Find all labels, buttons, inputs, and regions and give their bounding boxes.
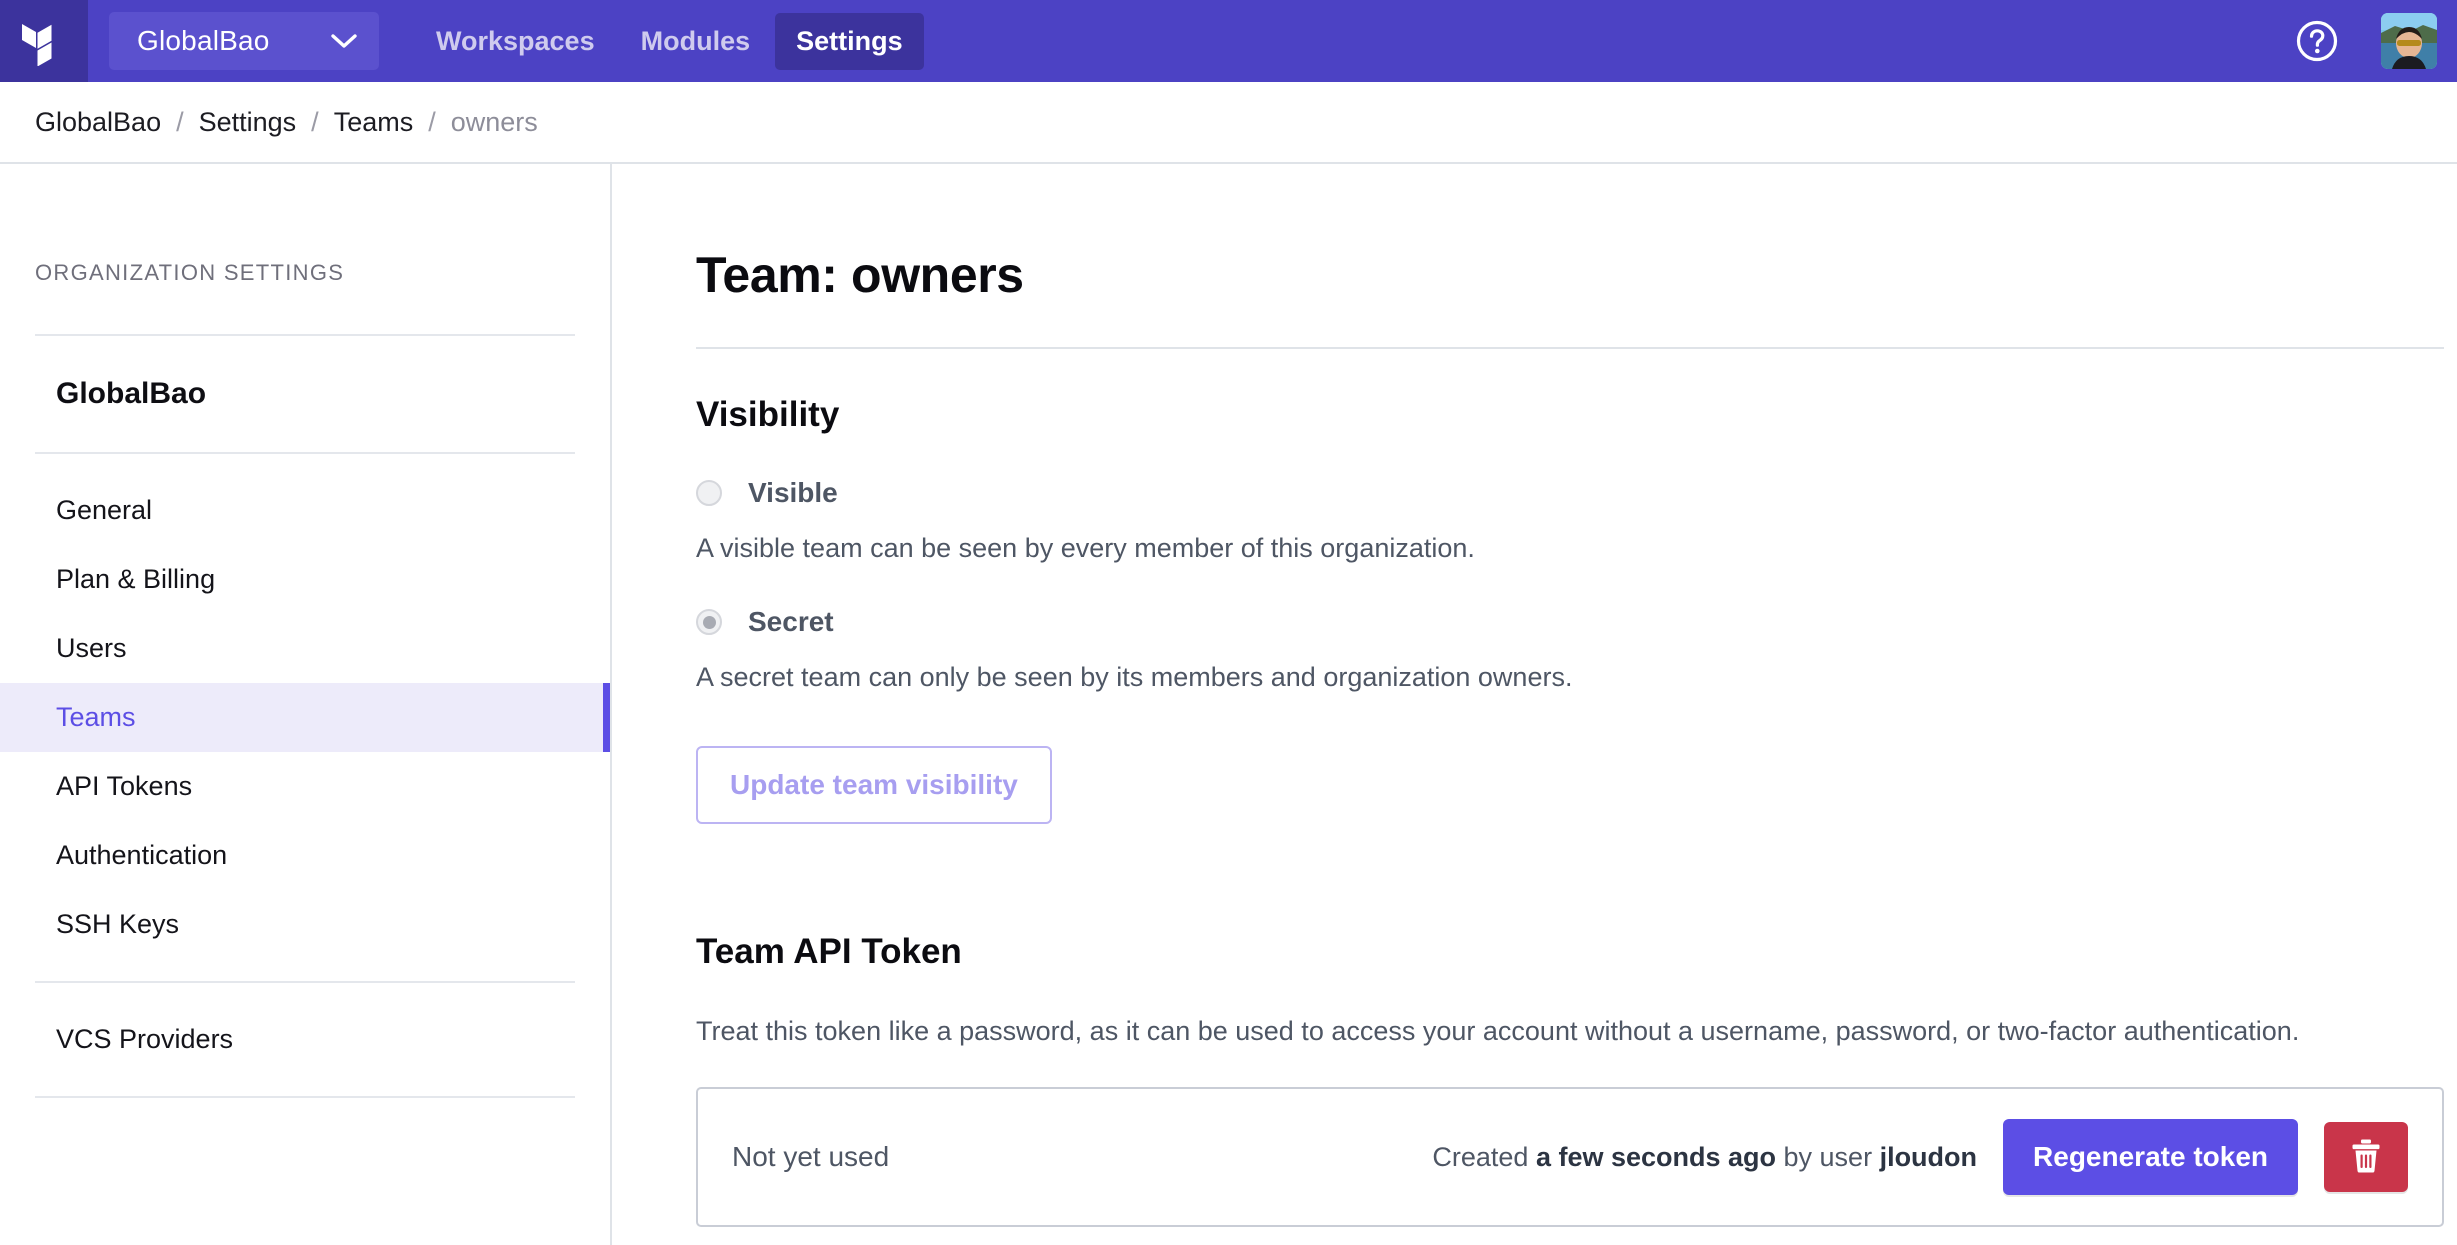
- sidebar-item-label: Teams: [56, 702, 136, 732]
- created-by-username: jloudon: [1879, 1141, 1978, 1172]
- sidebar-nav-list-secondary: VCS Providers: [0, 983, 610, 1074]
- breadcrumb-item-settings[interactable]: Settings: [199, 107, 297, 138]
- main-content: Team: owners Visibility Visible A visibl…: [614, 164, 2457, 1245]
- terraform-logo-icon[interactable]: [0, 0, 88, 82]
- trash-icon: [2350, 1138, 2382, 1177]
- sidebar-item-vcs-providers[interactable]: VCS Providers: [0, 1005, 610, 1074]
- sidebar-item-label: Authentication: [56, 840, 228, 870]
- page-title: Team: owners: [696, 247, 1024, 303]
- breadcrumb: GlobalBao / Settings / Teams / owners: [0, 82, 2457, 164]
- top-nav-right-group: [2295, 13, 2457, 69]
- created-by-prefix-text: by user: [1776, 1141, 1880, 1172]
- org-switcher-dropdown[interactable]: GlobalBao: [109, 12, 379, 70]
- primary-nav-tabs: Workspaces Modules Settings: [415, 12, 924, 70]
- radio-option-visible[interactable]: Visible: [696, 477, 2427, 509]
- breadcrumb-separator: /: [428, 106, 436, 137]
- sidebar-nav-list: General Plan & Billing Users Teams API T…: [0, 454, 610, 959]
- sidebar-item-plan-billing[interactable]: Plan & Billing: [0, 545, 610, 614]
- api-token-section-title: Team API Token: [696, 932, 962, 971]
- radio-description-visible: A visible team can be seen by every memb…: [696, 533, 1475, 563]
- nav-tab-settings[interactable]: Settings: [775, 12, 924, 70]
- breadcrumb-item-teams[interactable]: Teams: [334, 107, 414, 138]
- sidebar-item-authentication[interactable]: Authentication: [0, 821, 610, 890]
- radio-description-secret: A secret team can only be seen by its me…: [696, 662, 1573, 692]
- sidebar-item-users[interactable]: Users: [0, 614, 610, 683]
- radio-option-secret[interactable]: Secret: [696, 606, 2427, 638]
- sidebar-item-teams[interactable]: Teams: [0, 683, 610, 752]
- title-divider: [696, 347, 2444, 349]
- sidebar-item-label: API Tokens: [56, 771, 193, 801]
- sidebar-org-name: GlobalBao: [56, 377, 207, 410]
- created-timestamp: a few seconds ago: [1535, 1141, 1777, 1172]
- api-token-actions: Created a few seconds ago by user jloudo…: [1432, 1119, 2408, 1195]
- team-api-token-section: Team API Token Treat this token like a p…: [696, 932, 2444, 1227]
- sidebar-item-label: Users: [56, 633, 127, 663]
- breadcrumb-separator: /: [311, 106, 319, 137]
- regenerate-token-button[interactable]: Regenerate token: [2003, 1119, 2298, 1195]
- sidebar-item-label: Plan & Billing: [56, 564, 216, 594]
- api-token-status: Not yet used: [732, 1141, 890, 1172]
- sidebar-divider: [35, 1096, 575, 1098]
- created-prefix-text: Created: [1432, 1141, 1536, 1172]
- delete-token-button[interactable]: [2324, 1122, 2408, 1192]
- nav-tab-workspaces[interactable]: Workspaces: [415, 13, 616, 70]
- settings-sidebar: ORGANIZATION SETTINGS GlobalBao General …: [0, 164, 612, 1245]
- avatar[interactable]: [2381, 13, 2437, 69]
- radio-button-secret[interactable]: [696, 609, 722, 635]
- breadcrumb-item-current: owners: [450, 106, 538, 137]
- sidebar-item-label: General: [56, 495, 153, 525]
- sidebar-item-general[interactable]: General: [0, 476, 610, 545]
- api-token-description: Treat this token like a password, as it …: [696, 1016, 2300, 1046]
- top-navigation-bar: GlobalBao Workspaces Modules Settings: [0, 0, 2457, 82]
- api-token-card: Not yet used Created a few seconds ago b…: [696, 1087, 2444, 1227]
- nav-tab-modules[interactable]: Modules: [620, 13, 772, 70]
- sidebar-item-label: SSH Keys: [56, 909, 180, 939]
- sidebar-item-api-tokens[interactable]: API Tokens: [0, 752, 610, 821]
- breadcrumb-separator: /: [176, 106, 184, 137]
- question-circle-icon[interactable]: [2295, 19, 2339, 63]
- org-switcher-label: GlobalBao: [137, 25, 270, 56]
- sidebar-item-label: VCS Providers: [56, 1024, 234, 1054]
- breadcrumb-item-organization[interactable]: GlobalBao: [35, 107, 161, 138]
- api-token-created-meta: Created a few seconds ago by user jloudo…: [1432, 1142, 1977, 1173]
- radio-selected-dot: [702, 615, 716, 629]
- sidebar-item-ssh-keys[interactable]: SSH Keys: [0, 890, 610, 959]
- visibility-section-title: Visibility: [696, 395, 840, 434]
- radio-label-secret: Secret: [748, 606, 834, 637]
- radio-button-visible[interactable]: [696, 480, 722, 506]
- chevron-down-icon: [331, 33, 357, 49]
- sidebar-heading: ORGANIZATION SETTINGS: [35, 260, 345, 285]
- update-team-visibility-button[interactable]: Update team visibility: [696, 746, 1052, 824]
- radio-label-visible: Visible: [748, 477, 838, 508]
